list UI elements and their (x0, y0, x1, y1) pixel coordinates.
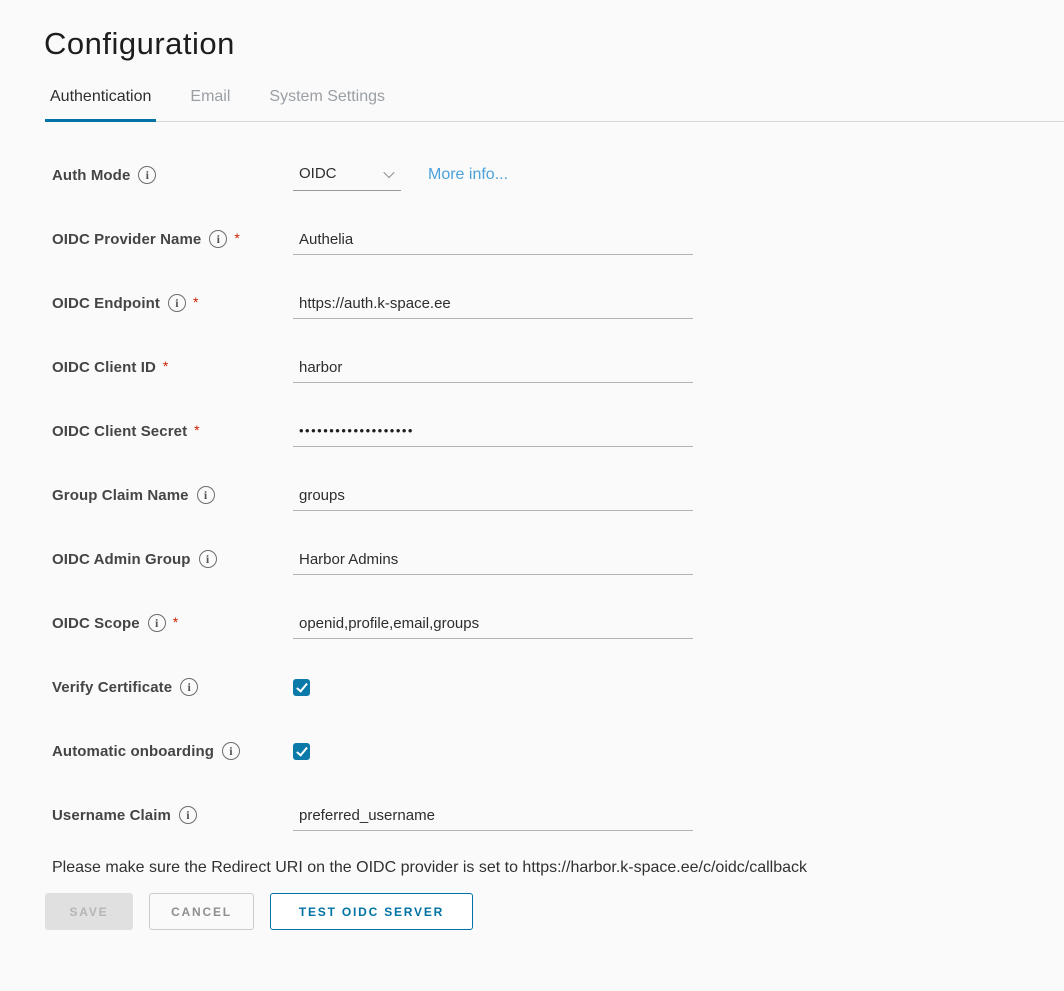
oidc-provider-name-input[interactable] (293, 223, 693, 255)
field-control (293, 607, 693, 639)
field-label-group: OIDC Endpoint i * (52, 294, 293, 312)
field-control (293, 543, 693, 575)
tab-email[interactable]: Email (185, 79, 235, 122)
field-label-group: Username Claim i (52, 806, 293, 824)
tabbar: Authentication Email System Settings (45, 79, 1064, 122)
oidc-admin-group-input[interactable] (293, 543, 693, 575)
oidc-provider-name-info-icon[interactable]: i (209, 230, 227, 248)
oidc-scope-info-icon[interactable]: i (148, 614, 166, 632)
field-control (293, 287, 693, 319)
field-control (293, 799, 693, 831)
field-control (293, 679, 310, 696)
more-info-link[interactable]: More info... (428, 166, 508, 184)
field-control (293, 415, 693, 447)
auth-mode-info-icon[interactable]: i (138, 166, 156, 184)
field-control (293, 743, 310, 760)
test-oidc-server-button[interactable]: TEST OIDC SERVER (270, 893, 473, 930)
tab-system-settings[interactable]: System Settings (264, 79, 390, 122)
group-claim-name-input[interactable] (293, 479, 693, 511)
group-claim-name-info-icon[interactable]: i (197, 486, 215, 504)
page-title: Configuration (44, 26, 1064, 62)
field-label-group: Auth Mode i (52, 166, 293, 184)
field-label: OIDC Endpoint (52, 295, 160, 312)
field-label-group: OIDC Client Secret * (52, 423, 293, 440)
field-label-group: Verify Certificate i (52, 678, 293, 696)
configuration-page: Configuration Authentication Email Syste… (0, 26, 1064, 991)
verify-certificate-info-icon[interactable]: i (180, 678, 198, 696)
field-row-oidc-provider-name: OIDC Provider Name i * (52, 219, 1064, 259)
field-row-oidc-scope: OIDC Scope i * (52, 603, 1064, 643)
oidc-endpoint-input[interactable] (293, 287, 693, 319)
field-label: Auth Mode (52, 167, 130, 184)
cancel-button[interactable]: CANCEL (149, 893, 254, 930)
field-label: OIDC Provider Name (52, 231, 201, 248)
field-row-group-claim-name: Group Claim Name i (52, 475, 1064, 515)
field-label: Username Claim (52, 807, 171, 824)
automatic-onboarding-info-icon[interactable]: i (222, 742, 240, 760)
redirect-uri-note: Please make sure the Redirect URI on the… (52, 859, 1064, 877)
field-label-group: Automatic onboarding i (52, 742, 293, 760)
required-asterisk: * (194, 422, 200, 438)
tab-authentication[interactable]: Authentication (45, 79, 156, 122)
auth-mode-selected-value: OIDC (299, 165, 337, 182)
required-asterisk: * (193, 294, 199, 310)
field-label-group: OIDC Client ID * (52, 359, 293, 376)
automatic-onboarding-checkbox[interactable] (293, 743, 310, 760)
field-row-oidc-client-secret: OIDC Client Secret * (52, 411, 1064, 451)
field-row-oidc-endpoint: OIDC Endpoint i * (52, 283, 1064, 323)
field-label: Automatic onboarding (52, 743, 214, 760)
field-row-oidc-admin-group: OIDC Admin Group i (52, 539, 1064, 579)
field-label-group: OIDC Scope i * (52, 614, 293, 632)
field-control (293, 351, 693, 383)
field-label: Group Claim Name (52, 487, 189, 504)
required-asterisk: * (173, 614, 179, 630)
field-label: OIDC Client ID (52, 359, 156, 376)
field-label-group: OIDC Provider Name i * (52, 230, 293, 248)
field-label: Verify Certificate (52, 679, 172, 696)
oidc-scope-input[interactable] (293, 607, 693, 639)
username-claim-input[interactable] (293, 799, 693, 831)
auth-form: Auth Mode i OIDC More info... OIDC Provid… (52, 155, 1064, 835)
verify-certificate-checkbox[interactable] (293, 679, 310, 696)
field-control: OIDC More info... (293, 159, 508, 191)
oidc-endpoint-info-icon[interactable]: i (168, 294, 186, 312)
field-row-oidc-client-id: OIDC Client ID * (52, 347, 1064, 387)
required-asterisk: * (234, 230, 240, 246)
save-button[interactable]: SAVE (45, 893, 133, 930)
field-label: OIDC Scope (52, 615, 140, 632)
auth-mode-select[interactable]: OIDC (293, 159, 401, 191)
field-row-auth-mode: Auth Mode i OIDC More info... (52, 155, 1064, 195)
field-label-group: Group Claim Name i (52, 486, 293, 504)
field-label: OIDC Admin Group (52, 551, 191, 568)
button-row: SAVE CANCEL TEST OIDC SERVER (45, 893, 1064, 930)
username-claim-info-icon[interactable]: i (179, 806, 197, 824)
field-label: OIDC Client Secret (52, 423, 187, 440)
field-control (293, 479, 693, 511)
oidc-client-secret-input[interactable] (293, 415, 693, 447)
oidc-admin-group-info-icon[interactable]: i (199, 550, 217, 568)
field-row-automatic-onboarding: Automatic onboarding i (52, 731, 1064, 771)
field-label-group: OIDC Admin Group i (52, 550, 293, 568)
field-row-username-claim: Username Claim i (52, 795, 1064, 835)
required-asterisk: * (163, 358, 169, 374)
chevron-down-icon (383, 166, 394, 177)
oidc-client-id-input[interactable] (293, 351, 693, 383)
field-control (293, 223, 693, 255)
field-row-verify-certificate: Verify Certificate i (52, 667, 1064, 707)
